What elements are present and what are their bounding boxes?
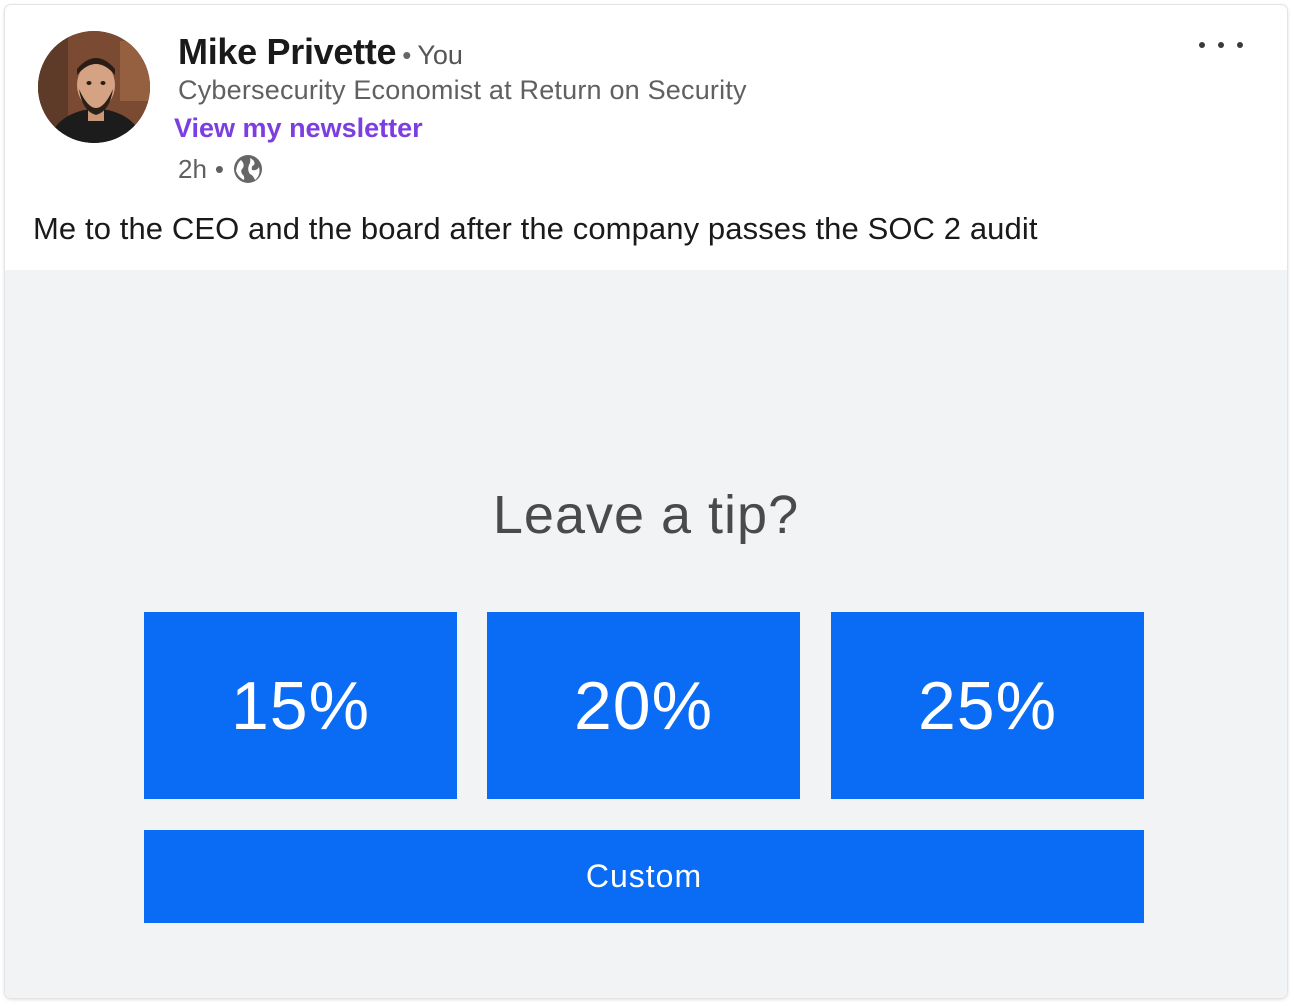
tip-25-button: 25% [831, 612, 1144, 799]
post-time: 2h [178, 153, 207, 184]
avatar[interactable] [38, 31, 150, 143]
author-headline: Cybersecurity Economist at Return on Sec… [178, 75, 747, 105]
tip-15-button: 15% [144, 612, 457, 799]
avatar-photo [38, 31, 150, 143]
author-line: Mike Privette • You [178, 31, 463, 73]
more-options-icon[interactable] [1199, 35, 1243, 55]
author-name[interactable]: Mike Privette [178, 31, 397, 73]
globe-icon [232, 153, 264, 185]
newsletter-link[interactable]: View my newsletter [174, 113, 423, 144]
post-image[interactable]: Leave a tip? 15% 20% 25% Custom [5, 270, 1287, 998]
custom-tip-button: Custom [144, 830, 1144, 923]
post-text: Me to the CEO and the board after the co… [33, 211, 1038, 246]
meta-separator: • [214, 153, 225, 184]
tip-20-button: 20% [487, 612, 800, 799]
post-meta: 2h • [178, 153, 264, 185]
author-separator: • [402, 40, 412, 70]
post-card: Mike Privette • You Cybersecurity Econom… [5, 5, 1287, 998]
author-relation: You [417, 40, 463, 70]
tip-prompt: Leave a tip? [492, 485, 800, 545]
